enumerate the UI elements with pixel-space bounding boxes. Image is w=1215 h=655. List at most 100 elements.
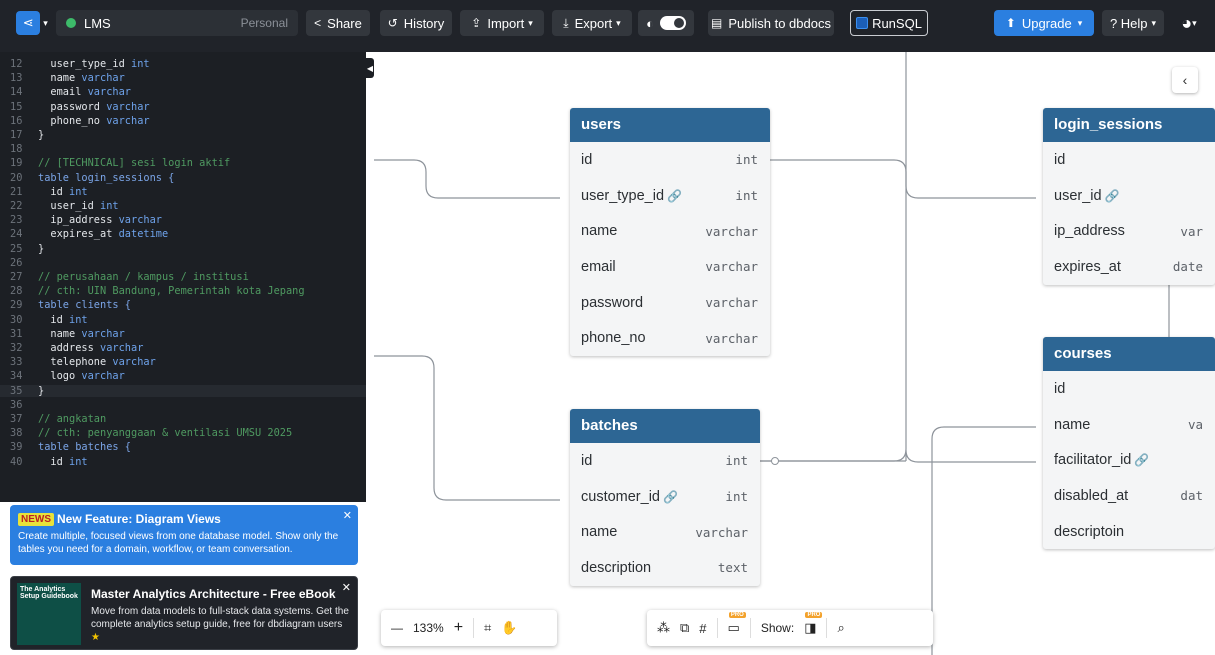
line-number: 28 <box>10 285 23 298</box>
table-column-row[interactable]: name varchar <box>570 213 770 249</box>
table-login-sessions[interactable]: login_sessions id user_id 🔗 ip_address var exp… <box>1043 108 1215 285</box>
grid-icon[interactable]: # <box>699 621 706 636</box>
editor-line[interactable]: 34 logo varchar <box>0 370 366 382</box>
avatar[interactable]: ◕ ▾ <box>1172 10 1206 36</box>
editor-line[interactable]: 38 // cth: penyanggaan & ventilasi UMSU 2… <box>0 427 366 439</box>
table-column-row[interactable]: disabled_at dat <box>1043 478 1215 514</box>
column-type: varchar <box>695 524 748 540</box>
export-button[interactable]: ⤓ Export ▾ <box>552 10 632 36</box>
column-name-wrap: descriptoin <box>1054 524 1124 540</box>
news-banner[interactable]: NEWS New Feature: Diagram Views Create mu… <box>10 505 358 565</box>
ebook-promo[interactable]: The Analytics Setup Guidebook Master Ana… <box>10 576 358 650</box>
table-column-row[interactable]: email varchar <box>570 249 770 285</box>
fit-view-icon[interactable]: ⌗ <box>484 620 491 636</box>
app-menu-button[interactable]: ⋖ ▾ <box>10 10 54 36</box>
editor-line[interactable]: 27 // perusahaan / kampus / institusi <box>0 271 366 283</box>
toggle-switch[interactable] <box>659 16 686 30</box>
help-button[interactable]: ? Help ▾ <box>1102 10 1164 36</box>
collapse-panel-button[interactable]: ◀ <box>366 58 374 78</box>
table-column-row[interactable]: id int <box>570 443 760 479</box>
close-icon[interactable]: ✕ <box>343 509 352 522</box>
table-column-row[interactable]: customer_id 🔗 int <box>570 479 760 515</box>
editor-line[interactable]: 29 table clients { <box>0 299 366 311</box>
editor-line[interactable]: 20 table login_sessions { <box>0 172 366 184</box>
editor-line[interactable]: 23 ip_address varchar <box>0 214 366 226</box>
chevron-down-icon: ▾ <box>1151 17 1157 28</box>
zoom-level[interactable]: 133% <box>413 621 444 635</box>
editor-line[interactable]: 13 name varchar <box>0 72 366 84</box>
table-column-row[interactable]: expires_at date <box>1043 249 1215 285</box>
column-name-wrap: id <box>1054 381 1065 397</box>
table-column-row[interactable]: ip_address var <box>1043 213 1215 249</box>
pro-badge: PRO <box>728 612 746 618</box>
editor-line[interactable]: 14 email varchar <box>0 86 366 98</box>
table-column-row[interactable]: user_type_id 🔗 int <box>570 178 770 214</box>
editor-line[interactable]: 26 <box>0 257 366 269</box>
editor-line[interactable]: 39 table batches { <box>0 441 366 453</box>
table-column-row[interactable]: phone_no varchar <box>570 320 770 356</box>
table-header[interactable]: login_sessions <box>1043 108 1215 142</box>
table-courses[interactable]: courses id name va facilitator_id 🔗 disabled_a… <box>1043 337 1215 550</box>
line-code: telephone varchar <box>38 356 155 368</box>
table-group-icon[interactable]: ⧉ <box>680 620 689 636</box>
history-button[interactable]: ↺ History <box>380 10 452 36</box>
close-icon[interactable]: ✕ <box>342 581 351 594</box>
code-editor[interactable]: 12 user_type_id int 13 name varchar 14 ema… <box>0 52 366 502</box>
share-button[interactable]: < Share <box>306 10 370 36</box>
editor-line[interactable]: 19 // [TECHNICAL] sesi login aktif <box>0 157 366 169</box>
editor-line[interactable]: 25} <box>0 243 366 255</box>
editor-line[interactable]: 24 expires_at datetime <box>0 228 366 240</box>
table-batches[interactable]: batches id int customer_id 🔗 int name varchar de… <box>570 409 760 586</box>
line-number: 31 <box>10 327 23 340</box>
project-selector[interactable]: LMS Personal <box>56 10 298 36</box>
editor-line[interactable]: 17} <box>0 129 366 141</box>
table-header[interactable]: courses <box>1043 337 1215 371</box>
auto-arrange-icon[interactable]: ⁂ <box>657 620 670 636</box>
table-column-row[interactable]: description text <box>570 550 760 586</box>
table-header[interactable]: users <box>570 108 770 142</box>
upgrade-button[interactable]: ⬆ Upgrade ▾ <box>994 10 1094 36</box>
editor-line[interactable]: 15 password varchar <box>0 101 366 113</box>
ebook-desc-text: Move from data models to full-stack data… <box>91 606 349 630</box>
editor-line[interactable]: 35} <box>0 384 366 397</box>
editor-line[interactable]: 18 <box>0 143 366 155</box>
share-label: Share <box>327 15 362 31</box>
table-column-row[interactable]: id <box>1043 371 1215 407</box>
table-column-row[interactable]: password varchar <box>570 285 770 321</box>
hand-pan-icon[interactable]: ✋ <box>501 620 517 636</box>
editor-line[interactable]: 12 user_type_id int <box>0 58 366 70</box>
show-views-icon[interactable]: ◨ PRO <box>804 612 823 636</box>
table-column-row[interactable]: name va <box>1043 407 1215 443</box>
table-column-row[interactable]: id <box>1043 142 1215 178</box>
publish-button[interactable]: ▤ Publish to dbdocs <box>708 10 834 36</box>
table-column-row[interactable]: descriptoin <box>1043 514 1215 550</box>
editor-line[interactable]: 40 id int <box>0 456 366 468</box>
code-text: } <box>38 384 45 397</box>
code-text: id <box>38 455 69 468</box>
table-column-row[interactable]: facilitator_id 🔗 <box>1043 442 1215 478</box>
editor-line[interactable]: 28 // cth: UIN Bandung, Pemerintah kota J… <box>0 285 366 297</box>
import-button[interactable]: ⇪ Import ▾ <box>460 10 544 36</box>
table-column-row[interactable]: name varchar <box>570 514 760 550</box>
editor-line[interactable]: 31 name varchar <box>0 328 366 340</box>
editor-line[interactable]: 32 address varchar <box>0 342 366 354</box>
note-icon[interactable]: ▭ PRO <box>728 612 746 636</box>
editor-line[interactable]: 30 id int <box>0 314 366 326</box>
table-column-row[interactable]: id int <box>570 142 770 178</box>
diagram-canvas[interactable]: users id int user_type_id 🔗 int name varchar ema… <box>374 52 1215 655</box>
theme-toggle[interactable]: ◐ <box>638 10 694 36</box>
editor-line[interactable]: 22 user_id int <box>0 200 366 212</box>
zoom-in-button[interactable]: + <box>454 619 463 637</box>
editor-line[interactable]: 36 <box>0 399 366 411</box>
editor-line[interactable]: 16 phone_no varchar <box>0 115 366 127</box>
editor-line[interactable]: 33 telephone varchar <box>0 356 366 368</box>
table-users[interactable]: users id int user_type_id 🔗 int name varchar ema… <box>570 108 770 357</box>
collapse-sidebar-button[interactable]: ‹ <box>1172 67 1198 93</box>
editor-line[interactable]: 21 id int <box>0 186 366 198</box>
zoom-out-button[interactable]: — <box>391 621 403 635</box>
table-header[interactable]: batches <box>570 409 760 443</box>
runsql-button[interactable]: RunSQL <box>850 10 928 36</box>
table-column-row[interactable]: user_id 🔗 <box>1043 178 1215 214</box>
editor-line[interactable]: 37 // angkatan <box>0 413 366 425</box>
search-icon[interactable]: ⌕ <box>837 620 844 636</box>
